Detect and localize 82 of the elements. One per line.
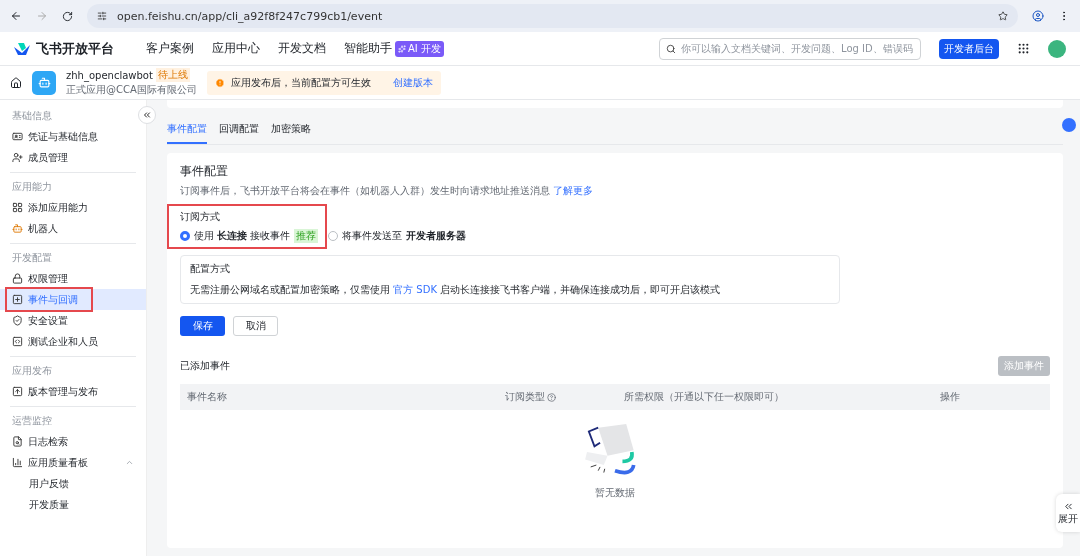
column-header: 所需权限（开通以下任一权限即可） — [624, 390, 784, 404]
nav-link[interactable]: 客户案例 — [146, 40, 194, 57]
section-title: 运营监控 — [11, 414, 53, 428]
app-name: zhh_openclawbot — [66, 69, 153, 81]
double-chevron-icon — [142, 110, 152, 120]
bookmark-icon[interactable] — [998, 11, 1008, 21]
status-tag: 待上线 — [155, 68, 190, 82]
back-icon[interactable] — [10, 10, 22, 22]
avatar[interactable] — [1048, 39, 1066, 58]
radio-option[interactable]: 使用 长连接 接收事件 推荐 — [180, 229, 319, 243]
section-heading: 已添加事件 — [180, 359, 230, 373]
sidebar-item[interactable]: 安全设置 — [0, 310, 146, 331]
ai-badge: AI 开发 — [395, 40, 444, 57]
home-icon[interactable] — [10, 76, 22, 89]
panel-title: 配置方式 — [190, 262, 231, 276]
address-bar[interactable]: open.feishu.cn/app/cli_a92f8f247c799cb1/event — [87, 4, 1018, 28]
sidebar-item[interactable]: 成员管理 — [0, 147, 146, 168]
collapse-button[interactable] — [138, 106, 156, 124]
save-button[interactable]: 保存 — [180, 316, 225, 336]
tab[interactable]: 回调配置 — [219, 118, 259, 144]
sidebar-item[interactable]: 添加应用能力 — [0, 197, 146, 218]
add-user-icon — [12, 152, 23, 163]
robot-icon — [12, 223, 23, 234]
sidebar-item[interactable]: 开发质量 — [0, 494, 146, 515]
field-label: 订阅方式 — [180, 210, 221, 224]
file-search-icon — [12, 436, 23, 447]
logo-icon — [14, 42, 30, 55]
lock-icon — [12, 273, 23, 284]
nav-link[interactable]: 开发文档 — [278, 40, 326, 57]
upload-icon — [12, 386, 23, 397]
sidebar-item[interactable]: 凭证与基础信息 — [0, 126, 146, 147]
recommended-tag: 推荐 — [294, 229, 319, 243]
shield-icon — [12, 315, 23, 326]
sidebar-item[interactable]: 事件与回调 — [0, 289, 146, 310]
create-version-link[interactable]: 创建版本 — [392, 75, 433, 90]
site-settings-icon[interactable] — [97, 11, 107, 21]
brand-name: 飞书开放平台 — [36, 39, 114, 58]
warning-icon — [214, 77, 225, 88]
sidebar-item[interactable]: 机器人 — [0, 218, 146, 239]
profile-icon[interactable] — [1032, 10, 1044, 22]
console-button[interactable]: 开发者后台 — [939, 38, 999, 59]
radio-option[interactable]: 将事件发送至 开发者服务器 — [328, 229, 466, 243]
radio-icon[interactable] — [180, 231, 190, 241]
column-header: 订阅类型 — [505, 390, 545, 404]
column-header: 事件名称 — [187, 390, 227, 404]
code-icon — [12, 336, 23, 347]
bar-chart-icon — [12, 457, 23, 468]
radio-icon[interactable] — [328, 231, 339, 241]
tab[interactable]: 加密策略 — [271, 118, 311, 144]
nav-link[interactable]: 智能助手 AI 开发 — [344, 40, 444, 57]
section-title: 基础信息 — [11, 109, 53, 123]
section-heading: 事件配置 — [180, 163, 229, 180]
help-icon[interactable] — [547, 392, 556, 402]
nav-link[interactable]: 应用中心 — [212, 40, 260, 57]
panel-text: 无需注册公网域名或配置加密策略，仅需使用 官方 SDK 启动长连接接飞书客户端，并确保连接成功后，即可开启该模式 — [190, 283, 722, 297]
section-title: 应用能力 — [11, 180, 53, 194]
sidebar-item[interactable]: 用户反馈 — [0, 473, 146, 494]
section-title: 应用发布 — [11, 364, 53, 378]
sidebar-item[interactable]: 测试企业和人员 — [0, 331, 146, 352]
app-icon — [32, 70, 56, 95]
description: 订阅事件后，飞书开放平台将会在事件（如机器人入群）发生时向请求地址推送消息 了解更多 — [180, 184, 595, 198]
column-header: 操作 — [940, 390, 960, 404]
app-subtitle: 正式应用@CCA国际有限公司 — [66, 83, 197, 97]
tab[interactable]: 事件配置 — [167, 118, 207, 144]
empty-message: 暂无数据 — [595, 486, 635, 500]
search-icon — [666, 43, 676, 54]
learn-more-link[interactable]: 了解更多 — [553, 185, 594, 196]
expand-tab[interactable]: 展开 — [1056, 494, 1080, 532]
notice-text: 应用发布后，当前配置方可生效 — [230, 75, 371, 90]
cancel-button[interactable]: 取消 — [233, 316, 278, 336]
plus-square-icon — [12, 294, 23, 305]
id-card-icon — [12, 131, 23, 142]
section-title: 开发配置 — [11, 251, 53, 265]
sidebar-item[interactable]: 权限管理 — [0, 268, 146, 289]
assistant-icon[interactable] — [1062, 118, 1076, 132]
grid-icon — [12, 202, 23, 213]
reload-icon[interactable] — [62, 10, 73, 22]
sidebar-item[interactable]: 应用质量看板 — [0, 452, 146, 473]
sdk-link[interactable]: 官方 SDK — [393, 284, 437, 295]
apps-icon[interactable] — [1017, 42, 1030, 55]
sidebar-item[interactable]: 日志检索 — [0, 431, 146, 452]
sidebar-item[interactable]: 版本管理与发布 — [0, 381, 146, 402]
